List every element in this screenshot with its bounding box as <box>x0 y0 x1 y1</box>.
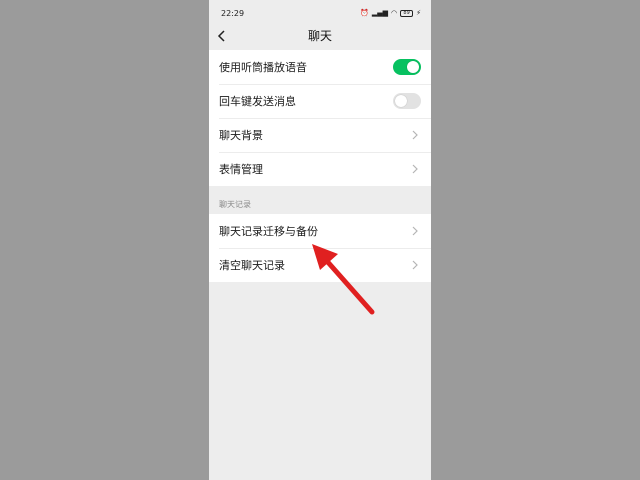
nav-bar: 聊天 <box>209 26 431 46</box>
chevron-right-icon <box>412 226 418 236</box>
chevron-right-icon <box>412 164 418 174</box>
enter-send-toggle[interactable] <box>393 93 421 109</box>
setting-label: 聊天背景 <box>219 129 263 142</box>
settings-group: 使用听筒播放语音 回车键发送消息 聊天背景 表情管理 <box>209 50 431 186</box>
signal-icon: ▂▄▆ <box>371 9 388 17</box>
status-time: 22:29 <box>221 9 245 18</box>
chevron-right-icon <box>412 260 418 270</box>
setting-label: 回车键发送消息 <box>219 95 296 108</box>
alarm-icon: ⏰ <box>360 9 369 17</box>
earpiece-toggle[interactable] <box>393 59 421 75</box>
status-bar: 22:29 ⏰ ▂▄▆ ◠ 89 ⚡ <box>209 0 431 26</box>
toggle-knob <box>395 95 407 107</box>
page-title: 聊天 <box>307 29 332 43</box>
setting-label: 清空聊天记录 <box>219 259 285 272</box>
wifi-icon: ◠ <box>390 9 398 17</box>
setting-earpiece-voice[interactable]: 使用听筒播放语音 <box>209 50 431 84</box>
setting-label: 使用听筒播放语音 <box>219 61 307 74</box>
setting-migrate-backup[interactable]: 聊天记录迁移与备份 <box>209 214 431 248</box>
battery-icon: 89 <box>400 9 414 17</box>
chat-records-group: 聊天记录迁移与备份 清空聊天记录 <box>209 214 431 282</box>
setting-enter-to-send[interactable]: 回车键发送消息 <box>209 84 431 118</box>
setting-sticker-management[interactable]: 表情管理 <box>209 152 431 186</box>
section-label-chat-records: 聊天记录 <box>219 200 251 209</box>
setting-chat-background[interactable]: 聊天背景 <box>209 118 431 152</box>
chevron-right-icon <box>412 130 418 140</box>
status-icons: ⏰ ▂▄▆ ◠ 89 ⚡ <box>360 9 421 17</box>
setting-label: 表情管理 <box>219 163 263 176</box>
phone-screen: 22:29 ⏰ ▂▄▆ ◠ 89 ⚡ 聊天 使用听筒播放语音 回车键发送消息 聊… <box>209 0 431 480</box>
toggle-knob <box>407 61 419 73</box>
setting-label: 聊天记录迁移与备份 <box>219 225 318 238</box>
charging-icon: ⚡ <box>416 9 421 17</box>
setting-clear-chat-history[interactable]: 清空聊天记录 <box>209 248 431 282</box>
